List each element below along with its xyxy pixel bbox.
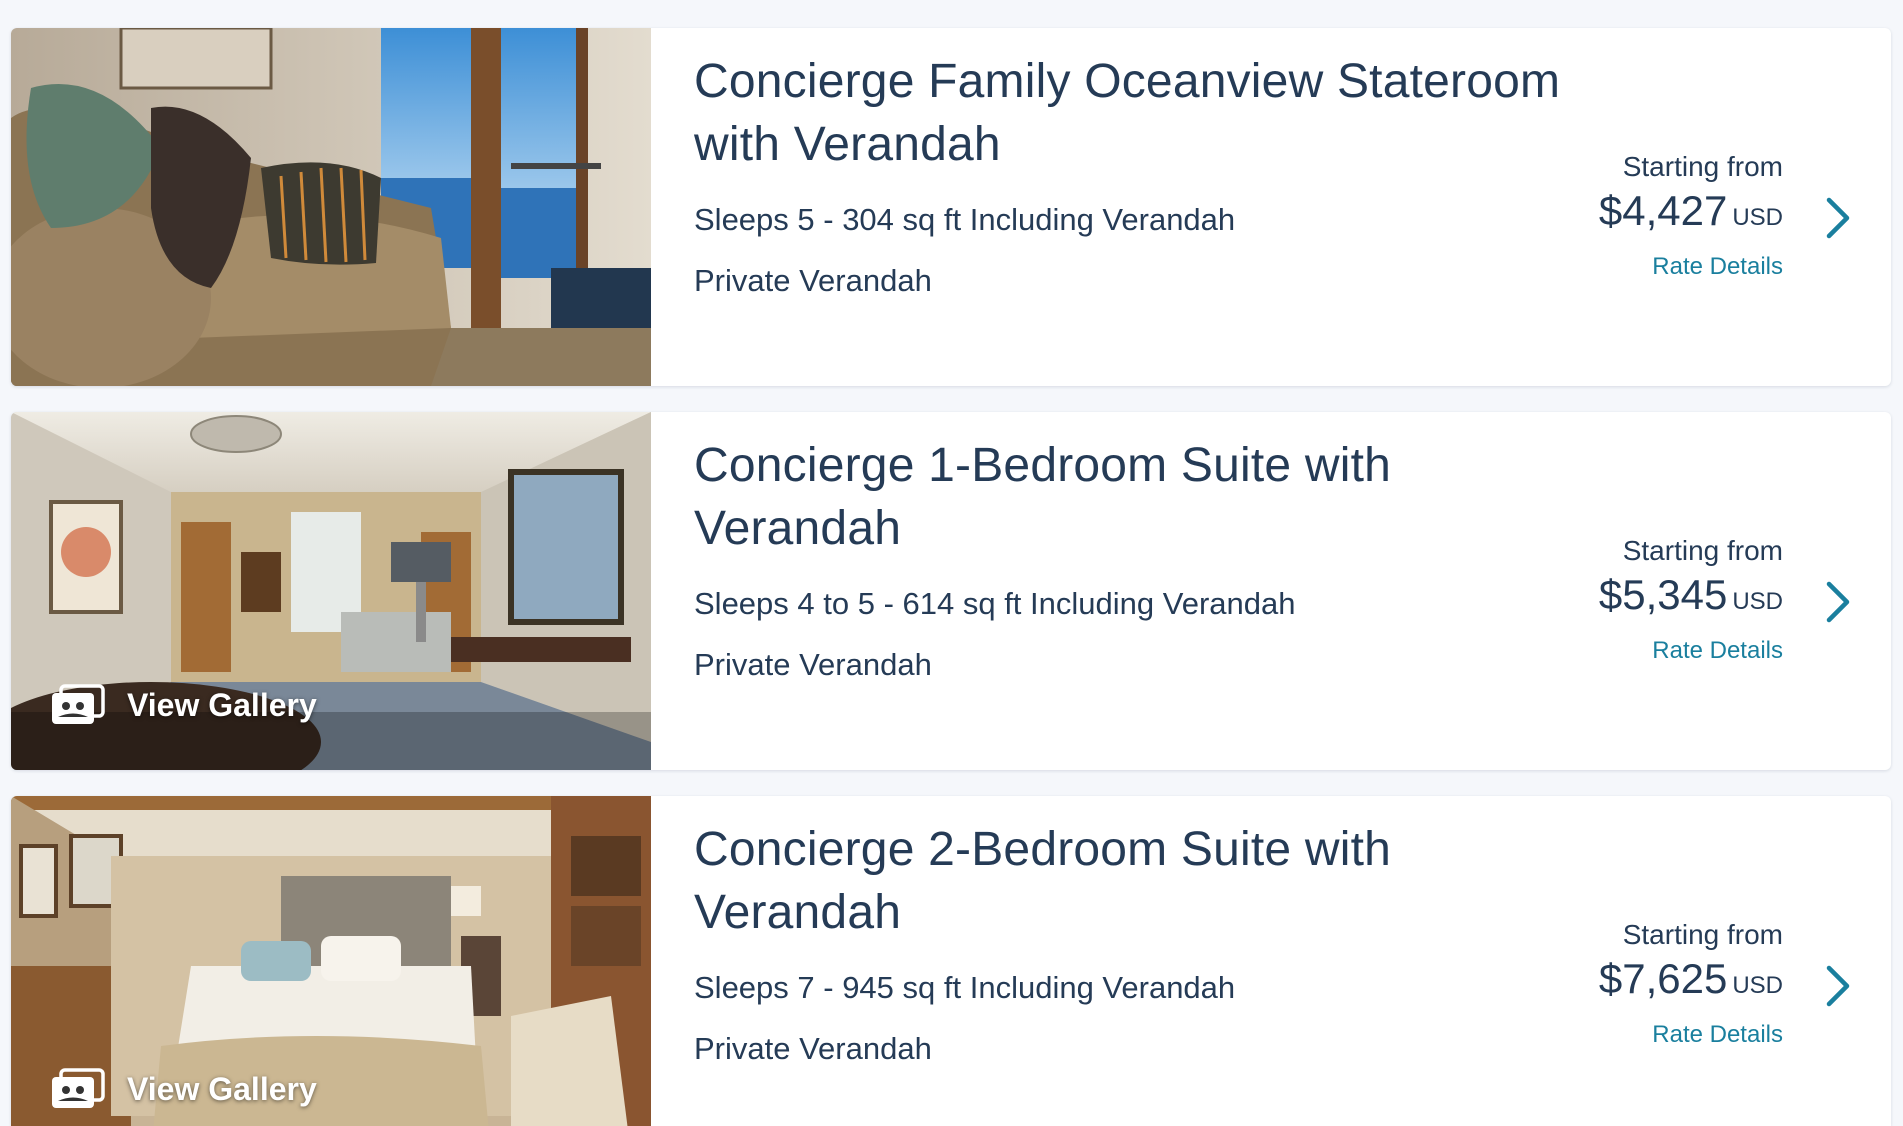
stateroom-card[interactable]: Concierge Family Oceanview Stateroom wit…: [11, 28, 1891, 386]
stateroom-info: Concierge 2-Bedroom Suite with Verandah …: [694, 818, 1594, 1068]
price-amount: $7,625: [1598, 955, 1728, 1002]
photo-gallery-icon: [52, 684, 105, 724]
price-amount: $4,427: [1598, 187, 1728, 234]
price-amount: $5,345: [1598, 571, 1728, 618]
stateroom-feature: Private Verandah: [694, 647, 932, 682]
stateroom-details: Sleeps 7 - 945 sq ft Including Verandah: [694, 970, 1236, 1005]
price-label: Starting from: [1622, 919, 1783, 950]
view-gallery-button[interactable]: View Gallery: [49, 684, 317, 726]
stateroom-feature: Private Verandah: [694, 1031, 932, 1066]
chevron-right-icon[interactable]: [1825, 580, 1851, 624]
stateroom-title[interactable]: Concierge 1-Bedroom Suite with Verandah: [694, 434, 1414, 560]
rate-details-link[interactable]: Rate Details: [1652, 1021, 1783, 1049]
stateroom-title[interactable]: Concierge Family Oceanview Stateroom wit…: [694, 50, 1594, 176]
rate-details-link[interactable]: Rate Details: [1652, 253, 1783, 281]
oceanview-living-room-image: [11, 28, 651, 386]
view-gallery-label: View Gallery: [127, 686, 317, 723]
rate-details-link[interactable]: Rate Details: [1652, 637, 1783, 665]
view-gallery-button[interactable]: View Gallery: [49, 1068, 317, 1110]
photo-gallery-icon: [52, 1068, 105, 1108]
stateroom-details: Sleeps 5 - 304 sq ft Including Verandah: [694, 202, 1236, 237]
price-amount-row: $4,427 USD: [1463, 186, 1783, 243]
price-currency: USD: [1732, 588, 1783, 615]
price-label: Starting from: [1622, 151, 1783, 182]
price-currency: USD: [1732, 972, 1783, 999]
chevron-right-icon[interactable]: [1825, 196, 1851, 240]
stateroom-card[interactable]: View Gallery Concierge 2-Bedroom Suite w…: [11, 796, 1891, 1126]
chevron-right-icon[interactable]: [1825, 964, 1851, 1008]
stateroom-details: Sleeps 4 to 5 - 614 sq ft Including Vera…: [694, 586, 1296, 621]
price-amount-row: $7,625 USD: [1463, 954, 1783, 1011]
price-block: Starting from $4,427 USD Rate Details: [1463, 150, 1783, 281]
stateroom-feature: Private Verandah: [694, 263, 932, 298]
price-block: Starting from $5,345 USD Rate Details: [1463, 534, 1783, 665]
stateroom-photo[interactable]: View Gallery: [11, 796, 651, 1126]
price-label: Starting from: [1622, 535, 1783, 566]
stateroom-photo[interactable]: [11, 28, 651, 386]
price-amount-row: $5,345 USD: [1463, 570, 1783, 627]
price-currency: USD: [1732, 204, 1783, 231]
stateroom-list: Concierge Family Oceanview Stateroom wit…: [0, 0, 1903, 1126]
stateroom-card[interactable]: View Gallery Concierge 1-Bedroom Suite w…: [11, 412, 1891, 770]
stateroom-info: Concierge 1-Bedroom Suite with Verandah …: [694, 434, 1594, 684]
stateroom-info: Concierge Family Oceanview Stateroom wit…: [694, 50, 1594, 300]
stateroom-photo[interactable]: View Gallery: [11, 412, 651, 770]
price-block: Starting from $7,625 USD Rate Details: [1463, 918, 1783, 1049]
stateroom-title[interactable]: Concierge 2-Bedroom Suite with Verandah: [694, 818, 1414, 944]
view-gallery-label: View Gallery: [127, 1070, 317, 1107]
